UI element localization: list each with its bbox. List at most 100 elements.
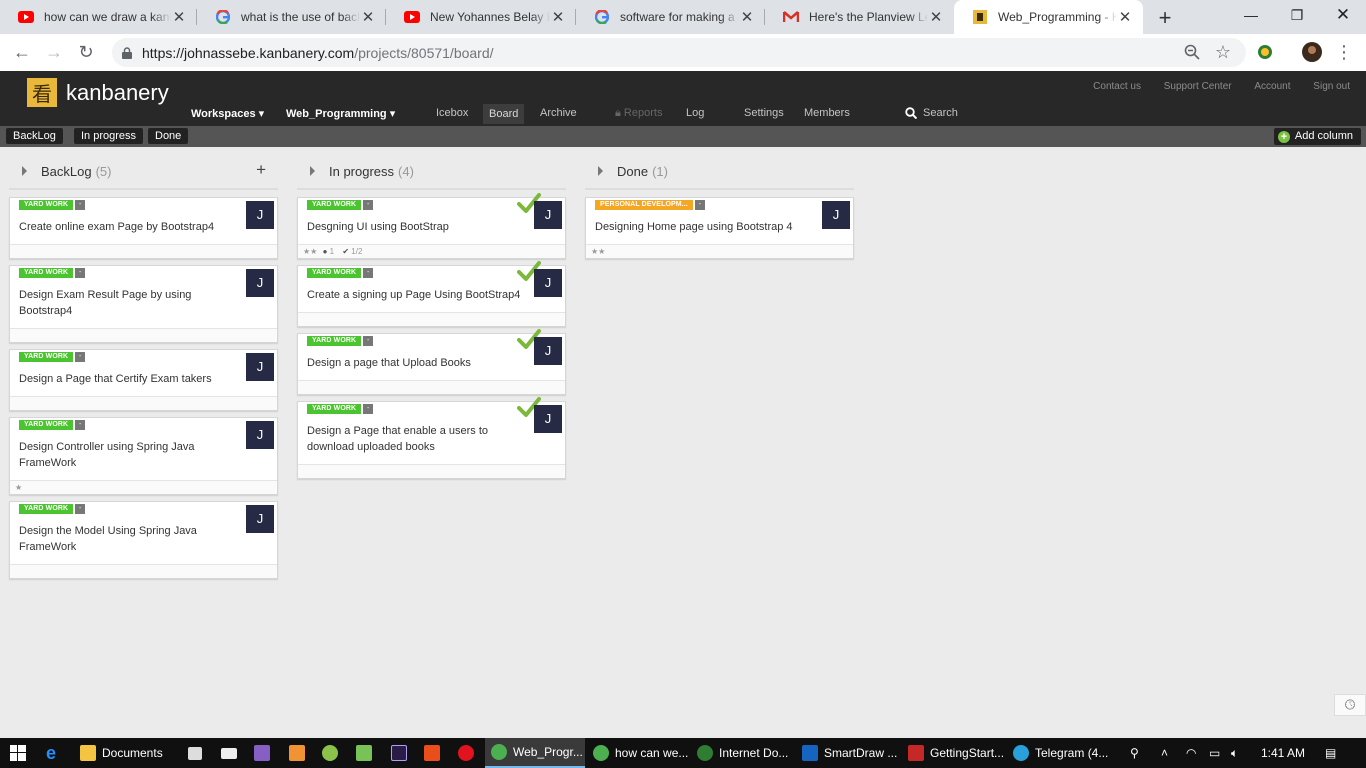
account-link[interactable]: Account: [1254, 81, 1290, 92]
task-card[interactable]: YARD WORK - Design a Page that enable a u…: [297, 397, 566, 479]
app-leaf-icon[interactable]: [322, 738, 344, 768]
history-clock-icon[interactable]: 🕓︎: [1334, 694, 1366, 716]
collapse-arrow-icon[interactable]: [22, 166, 27, 176]
column-toggle-backlog[interactable]: BackLog: [6, 128, 63, 144]
taskbar-documents[interactable]: Documents: [80, 738, 163, 768]
contact-us-link[interactable]: Contact us: [1093, 81, 1141, 92]
owner-avatar[interactable]: J: [246, 353, 274, 381]
close-tab-icon[interactable]: ✕: [171, 8, 187, 26]
nav-settings[interactable]: Settings: [744, 107, 784, 119]
support-center-link[interactable]: Support Center: [1164, 81, 1232, 92]
task-type-tag[interactable]: YARD WORK -: [19, 200, 86, 210]
extension-icon[interactable]: [1253, 40, 1277, 64]
task-type-tag[interactable]: YARD WORK -: [19, 268, 86, 278]
task-card[interactable]: YARD WORK - Desgning UI using BootStrap J…: [297, 193, 566, 259]
zoom-icon[interactable]: [1180, 40, 1204, 64]
browser-tab[interactable]: New Yohannes Belay Ethiopian ✕: [386, 0, 576, 34]
clock-time[interactable]: 1:41 AM: [1261, 738, 1305, 768]
task-card[interactable]: YARD WORK - Design Controller using Sprin…: [9, 417, 278, 495]
close-window-icon[interactable]: ✕: [1320, 0, 1366, 30]
store-icon[interactable]: [188, 738, 208, 768]
task-type-tag[interactable]: YARD WORK -: [307, 268, 374, 278]
android-studio-icon[interactable]: [356, 738, 378, 768]
task-card[interactable]: YARD WORK - Design a page that Upload Boo…: [297, 329, 566, 395]
browser-tab[interactable]: Here's the Planview LeanKit ✕: [765, 0, 954, 34]
add-task-button[interactable]: +: [256, 160, 266, 180]
reload-icon[interactable]: ↻: [74, 40, 98, 64]
battery-icon[interactable]: ▭: [1209, 738, 1220, 768]
nav-archive[interactable]: Archive: [540, 107, 577, 119]
browser-tab[interactable]: software for making a kanban ✕: [576, 0, 765, 34]
forward-icon[interactable]: →: [42, 40, 66, 64]
back-icon[interactable]: ←: [10, 40, 34, 64]
windows-start-icon[interactable]: [10, 738, 26, 768]
sign-out-link[interactable]: Sign out: [1313, 81, 1350, 92]
task-type-tag[interactable]: YARD WORK -: [19, 352, 86, 362]
workspaces-menu[interactable]: Workspaces ▾: [191, 107, 264, 120]
collapse-arrow-icon[interactable]: [598, 166, 603, 176]
task-type-tag[interactable]: YARD WORK -: [19, 420, 86, 430]
task-card[interactable]: YARD WORK - Design the Model Using Spring…: [9, 501, 278, 579]
people-icon[interactable]: ⚲: [1130, 738, 1139, 768]
taskbar-getting-started[interactable]: GettingStart...: [908, 738, 1004, 768]
kanbanery-logo[interactable]: 看: [27, 78, 57, 107]
owner-avatar[interactable]: J: [246, 505, 274, 533]
task-card[interactable]: YARD WORK - Design a Page that Certify Ex…: [9, 349, 278, 411]
nav-search[interactable]: Search: [905, 107, 958, 119]
minimize-icon[interactable]: —: [1228, 0, 1274, 30]
owner-avatar[interactable]: J: [246, 201, 274, 229]
tray-chevron-icon[interactable]: ˄: [1161, 738, 1168, 768]
browser-tab-active[interactable]: Web_Programming - Kanbanery ✕: [954, 0, 1143, 34]
owner-avatar[interactable]: J: [534, 201, 562, 229]
visual-studio-icon[interactable]: [254, 738, 276, 768]
taskbar-chrome-active[interactable]: Web_Progr...: [485, 738, 585, 768]
task-type-tag[interactable]: YARD WORK -: [307, 336, 374, 346]
task-type-tag[interactable]: YARD WORK -: [307, 200, 374, 210]
after-effects-icon[interactable]: [391, 738, 413, 768]
notifications-icon[interactable]: ▤: [1325, 738, 1336, 768]
close-tab-icon[interactable]: ✕: [928, 8, 944, 26]
task-card[interactable]: YARD WORK - Create online exam Page by Bo…: [9, 197, 278, 259]
task-type-tag[interactable]: PERSONAL DEVELOPM... -: [595, 200, 705, 210]
nav-log[interactable]: Log: [686, 107, 704, 119]
task-type-tag[interactable]: YARD WORK -: [19, 504, 86, 514]
nav-reports[interactable]: 🔒︎ Reports: [615, 107, 662, 120]
owner-avatar[interactable]: J: [534, 405, 562, 433]
taskbar-smartdraw[interactable]: SmartDraw ...: [802, 738, 897, 768]
owner-avatar[interactable]: J: [534, 269, 562, 297]
task-card[interactable]: PERSONAL DEVELOPM... - Designing Home pag…: [585, 197, 854, 259]
task-card[interactable]: YARD WORK - Create a signing up Page Usin…: [297, 261, 566, 327]
menu-kebab-icon[interactable]: ⋮: [1332, 40, 1356, 64]
close-tab-icon[interactable]: ✕: [1117, 8, 1133, 26]
wifi-icon[interactable]: ◠: [1186, 738, 1196, 768]
column-toggle-done[interactable]: Done: [148, 128, 189, 144]
bookmark-star-icon[interactable]: ☆: [1211, 40, 1235, 64]
restore-icon[interactable]: ❐: [1274, 0, 1320, 30]
owner-avatar[interactable]: J: [246, 269, 274, 297]
task-type-tag[interactable]: YARD WORK -: [307, 404, 374, 414]
office-icon[interactable]: [424, 738, 446, 768]
close-tab-icon[interactable]: ✕: [550, 8, 566, 26]
task-card[interactable]: YARD WORK - Design Exam Result Page by us…: [9, 265, 278, 343]
owner-avatar[interactable]: J: [822, 201, 850, 229]
brand-name[interactable]: kanbanery: [66, 80, 169, 106]
new-tab-button[interactable]: +: [1155, 5, 1175, 31]
opera-icon[interactable]: [458, 738, 480, 768]
volume-icon[interactable]: 🔈︎: [1231, 738, 1238, 768]
nav-icebox[interactable]: Icebox: [436, 107, 468, 119]
sublime-icon[interactable]: [289, 738, 311, 768]
profile-avatar[interactable]: [1300, 40, 1324, 64]
browser-tab[interactable]: how can we draw a kanban ✕: [0, 0, 197, 34]
column-toggle-in-progress[interactable]: In progress: [74, 128, 144, 144]
project-menu[interactable]: Web_Programming ▾: [286, 107, 395, 120]
taskbar-telegram[interactable]: Telegram (4...: [1013, 738, 1108, 768]
mail-icon[interactable]: [221, 738, 243, 768]
nav-members[interactable]: Members: [804, 107, 850, 119]
taskbar-chrome[interactable]: how can we...: [593, 738, 688, 768]
edge-icon[interactable]: e: [46, 738, 56, 768]
taskbar-internet-download[interactable]: Internet Do...: [697, 738, 788, 768]
url-bar[interactable]: https://johnassebe.kanbanery.com/project…: [112, 38, 1246, 67]
browser-tab[interactable]: what is the use of backlog ✕: [197, 0, 386, 34]
owner-avatar[interactable]: J: [534, 337, 562, 365]
nav-board[interactable]: Board: [483, 104, 525, 124]
